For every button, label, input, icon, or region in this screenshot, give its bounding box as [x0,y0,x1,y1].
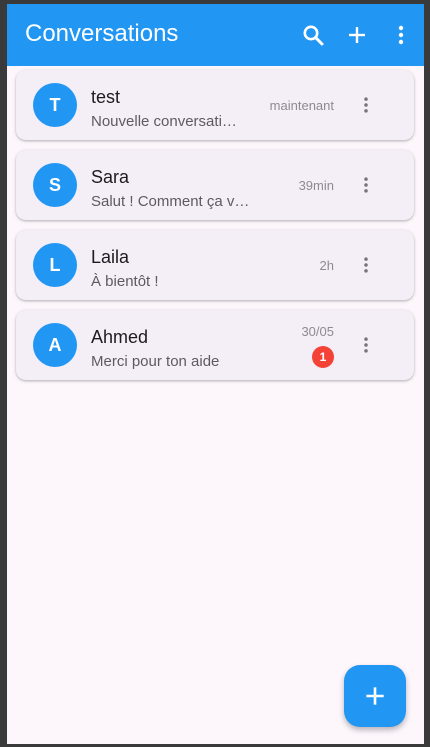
avatar: S [33,163,77,207]
more-vert-icon [364,337,368,353]
conversation-item[interactable]: A Ahmed Merci pour ton aide 30/05 1 [16,310,414,380]
conversation-item[interactable]: T test Nouvelle conversati… maintenant [16,70,414,140]
page-title: Conversations [25,20,179,47]
menu-button[interactable] [387,21,415,49]
conversation-options-button[interactable] [354,93,378,117]
unread-badge: 1 [312,346,334,368]
conversation-last-message: Salut ! Comment ça va ? [91,193,251,210]
conversation-time: 2h [319,258,334,273]
more-vert-icon [364,257,368,273]
app-screen: Conversations T test Nouvelle conversati… [7,4,424,744]
conversation-options-button[interactable] [354,173,378,197]
conversation-time: 39min [298,178,334,193]
conversation-options-button[interactable] [354,333,378,357]
new-conversation-fab[interactable] [344,665,406,727]
more-vert-icon [364,177,368,193]
search-button[interactable] [299,21,327,49]
avatar: L [33,243,77,287]
avatar: T [33,83,77,127]
conversation-last-message: Merci pour ton aide [91,353,220,370]
app-bar: Conversations [7,4,424,66]
new-conversation-button[interactable] [343,21,371,49]
conversation-last-message: À bientôt ! [91,273,159,290]
add-icon [349,27,365,43]
conversation-time: maintenant [269,98,334,113]
conversation-list: T test Nouvelle conversati… maintenant S… [16,70,414,390]
conversation-last-message: Nouvelle conversati… [91,113,237,130]
conversation-name: test [91,87,121,107]
add-icon [366,687,384,705]
conversation-options-button[interactable] [354,253,378,277]
conversation-item[interactable]: L Laila À bientôt ! 2h [16,230,414,300]
conversation-name: Laila [91,247,130,267]
more-vert-icon [364,97,368,113]
search-icon [303,25,324,46]
avatar: A [33,323,77,367]
more-vert-icon [398,25,404,45]
conversation-time: 30/05 [301,324,334,339]
conversation-name: Sara [91,167,130,187]
conversation-item[interactable]: S Sara Salut ! Comment ça va ? 39min [16,150,414,220]
conversation-name: Ahmed [91,327,149,347]
